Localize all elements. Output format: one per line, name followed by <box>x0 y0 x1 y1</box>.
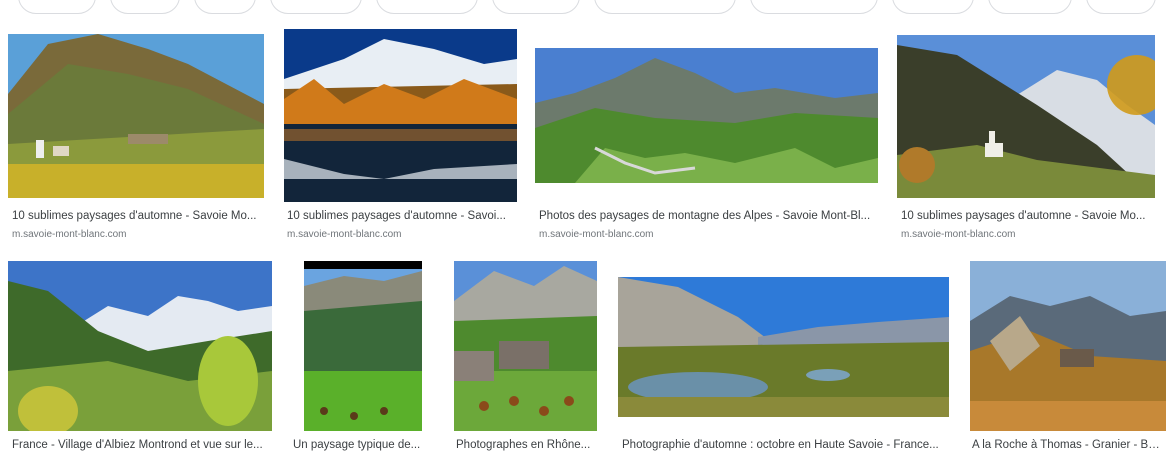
result-thumbnail[interactable] <box>8 34 264 198</box>
result-thumbnail[interactable] <box>618 277 949 417</box>
image-result[interactable]: Photos des paysages de montagne des Alpe… <box>535 48 878 244</box>
image-result[interactable]: Photographes en Rhône... <box>454 261 597 451</box>
result-thumbnail[interactable] <box>970 261 1166 431</box>
result-caption[interactable]: France - Village d'Albiez Montrond et vu… <box>12 438 270 452</box>
image-result[interactable]: France - Village d'Albiez Montrond et vu… <box>8 261 272 451</box>
result-source[interactable]: m.savoie-mont-blanc.com <box>539 229 877 241</box>
filter-chip[interactable] <box>194 0 256 14</box>
result-thumbnail[interactable] <box>897 35 1155 198</box>
image-result[interactable]: 10 sublimes paysages d'automne - Savoie … <box>897 35 1155 244</box>
result-caption[interactable]: Photos des paysages de montagne des Alpe… <box>539 209 877 223</box>
image-result[interactable]: 10 sublimes paysages d'automne - Savoi..… <box>284 29 517 244</box>
filter-chip[interactable] <box>988 0 1072 14</box>
filter-chip[interactable] <box>492 0 580 14</box>
result-source[interactable]: m.savoie-mont-blanc.com <box>901 229 1155 241</box>
image-result[interactable]: A la Roche à Thomas - Granier - Bauges..… <box>970 261 1166 451</box>
result-thumbnail[interactable] <box>304 261 422 431</box>
filter-chip[interactable] <box>1086 0 1156 14</box>
result-caption[interactable]: Photographes en Rhône... <box>456 438 596 452</box>
result-caption[interactable]: A la Roche à Thomas - Granier - Bauges..… <box>972 438 1166 452</box>
result-thumbnail[interactable] <box>454 261 597 431</box>
result-source[interactable]: m.savoie-mont-blanc.com <box>287 229 515 241</box>
filter-chip[interactable] <box>110 0 180 14</box>
filter-chip[interactable] <box>376 0 478 14</box>
result-caption[interactable]: Photographie d'automne : octobre en Haut… <box>622 438 948 452</box>
filter-chip[interactable] <box>594 0 736 14</box>
result-thumbnail[interactable] <box>535 48 878 183</box>
filter-chip[interactable] <box>750 0 878 14</box>
image-result[interactable]: Un paysage typique de... <box>293 261 422 451</box>
result-caption[interactable]: 10 sublimes paysages d'automne - Savoi..… <box>287 209 515 223</box>
result-caption[interactable]: 10 sublimes paysages d'automne - Savoie … <box>901 209 1155 223</box>
result-caption[interactable]: 10 sublimes paysages d'automne - Savoie … <box>12 209 264 223</box>
filter-chip[interactable] <box>18 0 96 14</box>
result-thumbnail[interactable] <box>8 261 272 431</box>
image-result[interactable]: Photographie d'automne : octobre en Haut… <box>618 277 949 451</box>
filter-chip[interactable] <box>892 0 974 14</box>
result-source[interactable]: m.savoie-mont-blanc.com <box>12 229 264 241</box>
result-caption[interactable]: Un paysage typique de... <box>293 438 421 452</box>
image-result[interactable]: 10 sublimes paysages d'automne - Savoie … <box>8 34 264 244</box>
filter-chip[interactable] <box>270 0 362 14</box>
result-thumbnail[interactable] <box>284 29 517 202</box>
